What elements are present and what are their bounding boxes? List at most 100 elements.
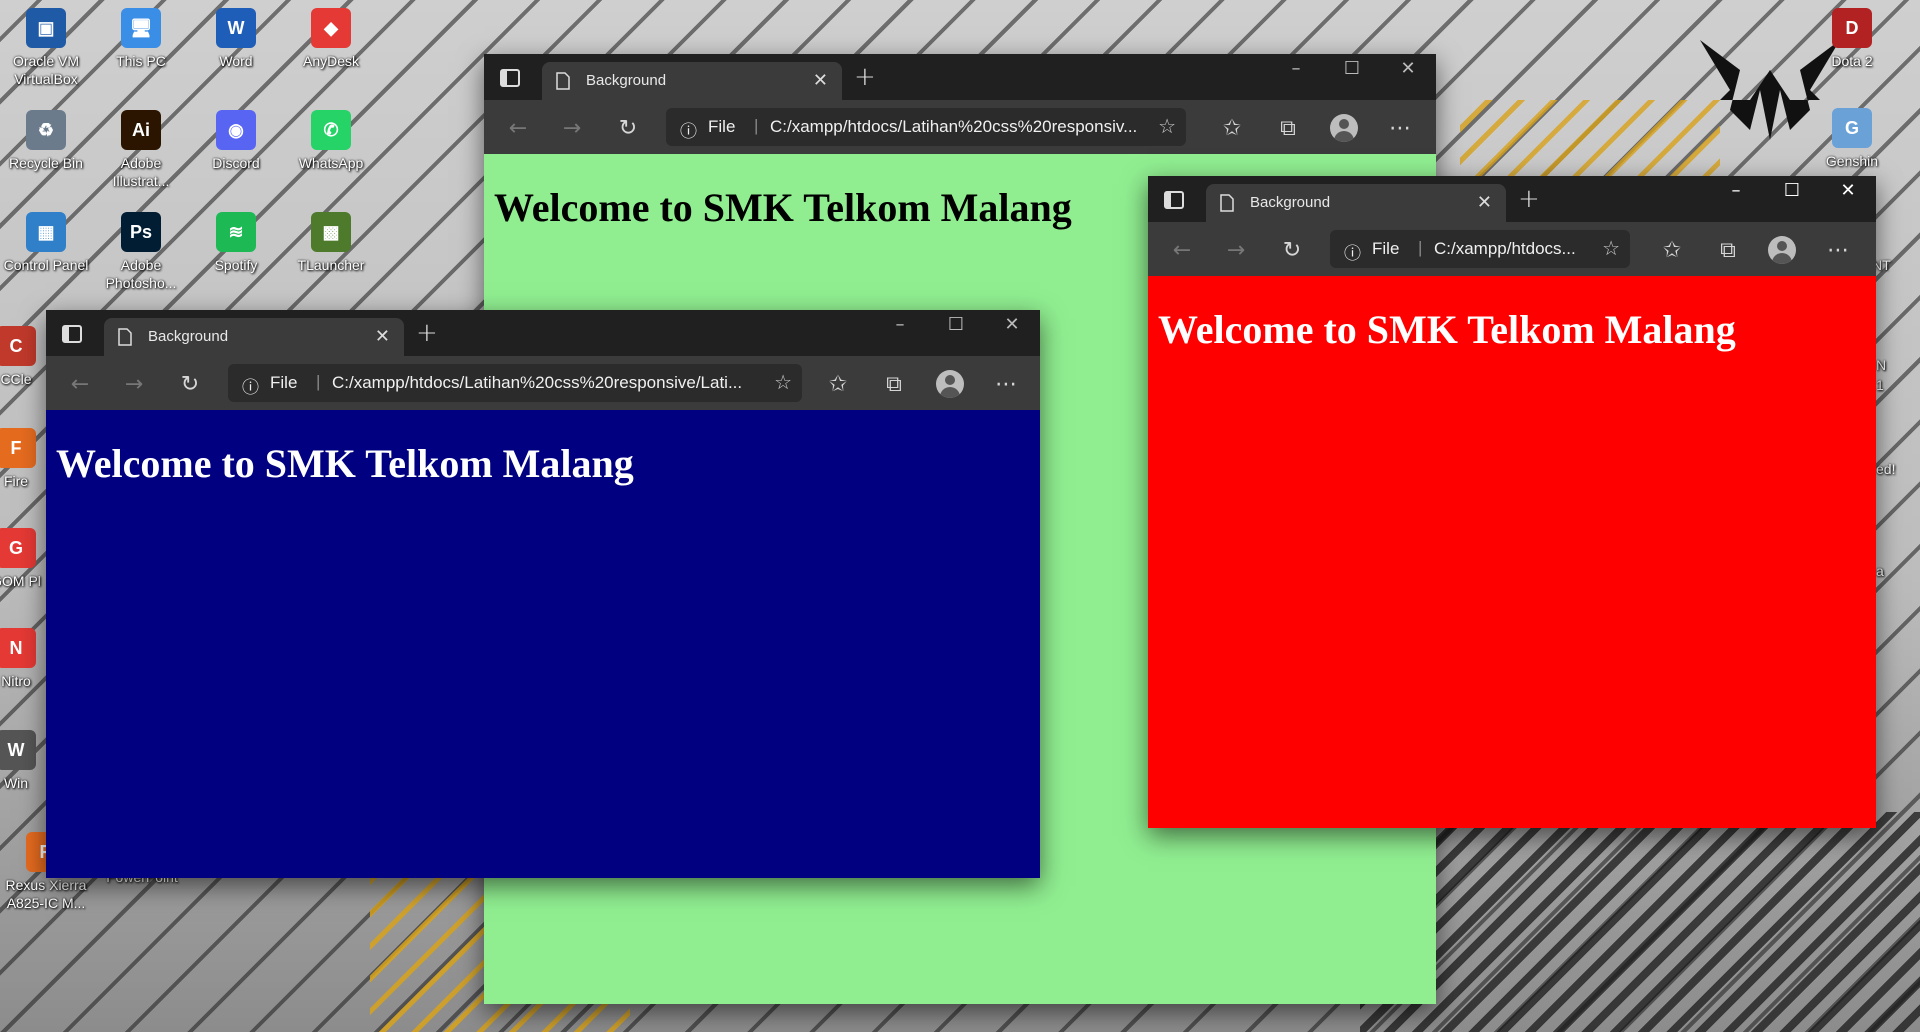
- desktop-icon-label: This PC: [116, 53, 166, 69]
- desktop-partial-label: NT: [1872, 257, 1891, 273]
- avatar[interactable]: [936, 370, 964, 398]
- arrow-right-icon[interactable]: →: [558, 114, 586, 142]
- desktop-icon-label: Control Panel: [3, 257, 89, 273]
- info-icon[interactable]: ⓘ: [680, 117, 697, 142]
- address-url: C:/xampp/htdocs...: [1434, 239, 1576, 258]
- tab-actions-icon[interactable]: [1162, 188, 1186, 212]
- tab-actions-icon[interactable]: [60, 322, 84, 346]
- genshin-icon: G: [1832, 108, 1872, 148]
- address-bar[interactable]: ⓘ File | C:/xampp/htdocs... ☆: [1330, 230, 1630, 268]
- close-window-icon[interactable]: ✕: [1820, 180, 1876, 201]
- title-bar[interactable]: Background ✕ + – ☐ ✕: [1148, 176, 1876, 222]
- app-icon: F: [0, 428, 36, 468]
- desktop-partial-label: N: [1876, 357, 1887, 373]
- close-window-icon[interactable]: ✕: [1380, 58, 1436, 79]
- close-icon[interactable]: ✕: [375, 326, 390, 347]
- favorites-icon[interactable]: ✩: [1658, 236, 1686, 264]
- desktop-icon[interactable]: ◆ AnyDesk: [285, 8, 377, 70]
- desktop-icon-dota2[interactable]: D Dota 2: [1806, 8, 1898, 70]
- desktop-icon[interactable]: ✆ WhatsApp: [285, 110, 377, 172]
- collections-icon[interactable]: ⧉: [1274, 114, 1302, 142]
- desktop-partial-label: ed!: [1876, 461, 1896, 477]
- app-icon: Ai: [121, 110, 161, 150]
- title-bar[interactable]: Background ✕ + – ☐ ✕: [46, 310, 1040, 356]
- arrow-right-icon[interactable]: →: [1222, 236, 1250, 264]
- app-icon: ▣: [26, 8, 66, 48]
- plus-icon[interactable]: +: [416, 318, 438, 348]
- app-icon: ◆: [311, 8, 351, 48]
- close-icon[interactable]: ✕: [1477, 192, 1492, 213]
- tab-background[interactable]: Background ✕: [542, 62, 842, 100]
- minimize-icon[interactable]: –: [872, 314, 928, 335]
- desktop-icon[interactable]: ≋ Spotify: [190, 212, 282, 274]
- tab-background[interactable]: Background ✕: [104, 318, 404, 356]
- app-icon: Ps: [121, 212, 161, 252]
- title-bar[interactable]: Background ✕ + – ☐ ✕: [484, 54, 1436, 100]
- info-icon[interactable]: ⓘ: [1344, 239, 1361, 264]
- desktop-icon[interactable]: 🖥 This PC: [95, 8, 187, 70]
- desktop-icon[interactable]: ▦ Control Panel: [0, 212, 92, 274]
- page-heading: Welcome to SMK Telkom Malang: [56, 441, 634, 486]
- window-controls: – ☐ ✕: [1268, 58, 1436, 79]
- address-bar[interactable]: ⓘ File | C:/xampp/htdocs/Latihan%20css%2…: [228, 364, 802, 402]
- page-content: Welcome to SMK Telkom Malang: [1148, 276, 1876, 828]
- desktop-icon[interactable]: ▩ TLauncher: [285, 212, 377, 274]
- maximize-icon[interactable]: ☐: [1764, 180, 1820, 201]
- refresh-icon[interactable]: ↻: [176, 370, 204, 398]
- star-plus-icon[interactable]: ☆: [1602, 236, 1620, 261]
- refresh-icon[interactable]: ↻: [614, 114, 642, 142]
- more-icon[interactable]: ⋯: [1386, 114, 1414, 142]
- tab-background[interactable]: Background ✕: [1206, 184, 1506, 222]
- collections-icon[interactable]: ⧉: [1714, 236, 1742, 264]
- maximize-icon[interactable]: ☐: [1324, 58, 1380, 79]
- plus-icon[interactable]: +: [854, 62, 876, 92]
- tab-actions-icon[interactable]: [498, 66, 522, 90]
- desktop-icon[interactable]: ◉ Discord: [190, 110, 282, 172]
- desktop-icon-label: Adobe Illustrat...: [112, 155, 170, 189]
- desktop-icon[interactable]: ▣ Oracle VM VirtualBox: [0, 8, 92, 88]
- close-window-icon[interactable]: ✕: [984, 314, 1040, 335]
- address-scheme: File: [708, 117, 736, 136]
- toolbar: ← → ↻ ⓘ File | C:/xampp/htdocs/Latihan%2…: [46, 356, 1040, 410]
- arrow-right-icon[interactable]: →: [120, 370, 148, 398]
- maximize-icon[interactable]: ☐: [928, 314, 984, 335]
- browser-window-blue[interactable]: Background ✕ + – ☐ ✕ ← → ↻ ⓘ File | C:/xam…: [46, 310, 1040, 878]
- minimize-icon[interactable]: –: [1708, 180, 1764, 201]
- more-icon[interactable]: ⋯: [992, 370, 1020, 398]
- plus-icon[interactable]: +: [1518, 184, 1540, 214]
- tab-title: Background: [586, 72, 667, 89]
- more-icon[interactable]: ⋯: [1824, 236, 1852, 264]
- page-icon: [556, 72, 570, 94]
- refresh-icon[interactable]: ↻: [1278, 236, 1306, 264]
- info-icon[interactable]: ⓘ: [242, 373, 259, 398]
- toolbar: ← → ↻ ⓘ File | C:/xampp/htdocs/Latihan%2…: [484, 100, 1436, 154]
- desktop-icon-label: Oracle VM VirtualBox: [12, 53, 80, 87]
- favorites-icon[interactable]: ✩: [1218, 114, 1246, 142]
- address-bar[interactable]: ⓘ File | C:/xampp/htdocs/Latihan%20css%2…: [666, 108, 1186, 146]
- star-plus-icon[interactable]: ☆: [1158, 114, 1176, 139]
- desktop-icon-label: WhatsApp: [298, 155, 364, 171]
- close-icon[interactable]: ✕: [813, 70, 828, 91]
- app-icon: W: [216, 8, 256, 48]
- favorites-icon[interactable]: ✩: [824, 370, 852, 398]
- desktop-icon-label: Spotify: [214, 257, 258, 273]
- arrow-left-icon[interactable]: ←: [504, 114, 532, 142]
- app-icon: 🖥: [121, 8, 161, 48]
- address-scheme: File: [1372, 239, 1400, 258]
- desktop-icon[interactable]: ♻ Recycle Bin: [0, 110, 92, 172]
- desktop-icon[interactable]: W Word: [190, 8, 282, 70]
- desktop-icon[interactable]: Ps Adobe Photosho...: [95, 212, 187, 292]
- avatar[interactable]: [1330, 114, 1358, 142]
- collections-icon[interactable]: ⧉: [880, 370, 908, 398]
- desktop-partial-label: a: [1876, 563, 1884, 579]
- avatar[interactable]: [1768, 236, 1796, 264]
- star-plus-icon[interactable]: ☆: [774, 370, 792, 395]
- page-heading: Welcome to SMK Telkom Malang: [494, 185, 1072, 230]
- arrow-left-icon[interactable]: ←: [1168, 236, 1196, 264]
- minimize-icon[interactable]: –: [1268, 58, 1324, 79]
- desktop-icon[interactable]: Ai Adobe Illustrat...: [95, 110, 187, 190]
- browser-window-red[interactable]: Background ✕ + – ☐ ✕ ← → ↻ ⓘ File | C:/xam…: [1148, 176, 1876, 828]
- arrow-left-icon[interactable]: ←: [66, 370, 94, 398]
- address-url: C:/xampp/htdocs/Latihan%20css%20responsi…: [770, 117, 1138, 136]
- desktop-icon-genshin[interactable]: G Genshin: [1806, 108, 1898, 170]
